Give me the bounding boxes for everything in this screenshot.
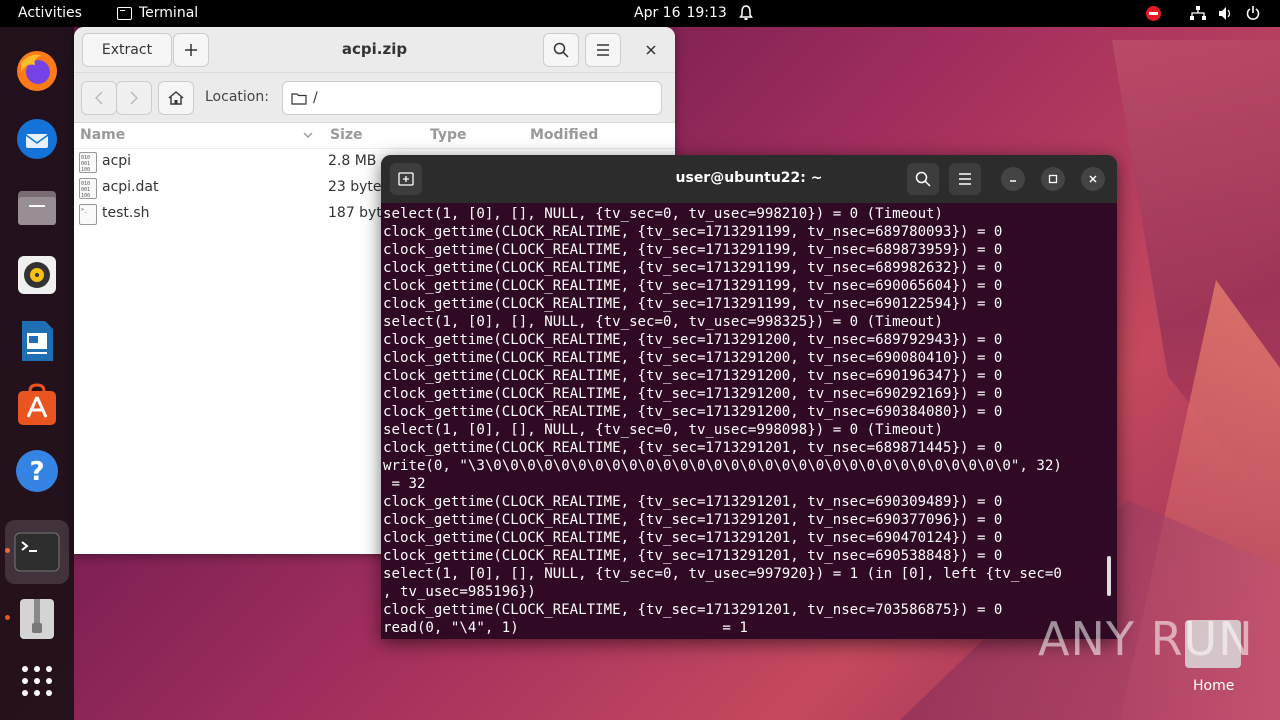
menu-button[interactable] — [585, 33, 621, 67]
location-value: / — [313, 90, 318, 106]
file-name: test.sh — [102, 205, 150, 221]
chevron-left-icon — [95, 91, 103, 105]
close-icon[interactable] — [645, 44, 657, 56]
binary-file-icon: 010 001 100 — [79, 178, 97, 199]
script-file-icon: >_ — [79, 204, 97, 225]
terminal-line: clock_gettime(CLOCK_REALTIME, {tv_sec=17… — [383, 332, 1003, 348]
column-size[interactable]: Size — [330, 127, 363, 143]
terminal-output[interactable]: select(1, [0], [], NULL, {tv_sec=0, tv_u… — [383, 205, 1105, 637]
maximize-icon — [1048, 174, 1058, 184]
home-desktop-label[interactable]: Home — [1193, 678, 1234, 694]
clock-time: 19:13 — [686, 5, 727, 21]
terminal-line: select(1, [0], [], NULL, {tv_sec=0, tv_u… — [383, 314, 944, 330]
app-center-icon[interactable] — [13, 381, 61, 429]
terminal-line: , tv_usec=985196}) — [383, 584, 536, 600]
file-size: 2.8 MB — [328, 153, 377, 169]
top-bar: Activities Terminal Apr 16 19:13 — [0, 0, 1280, 27]
terminal-line: clock_gettime(CLOCK_REALTIME, {tv_sec=17… — [383, 602, 1003, 618]
volume-icon — [1219, 7, 1231, 20]
close-icon — [1089, 175, 1097, 183]
terminal-line: clock_gettime(CLOCK_REALTIME, {tv_sec=17… — [383, 530, 1003, 546]
terminal-line: clock_gettime(CLOCK_REALTIME, {tv_sec=17… — [383, 296, 1003, 312]
app-menu[interactable]: Terminal — [117, 5, 198, 21]
terminal-line: select(1, [0], [], NULL, {tv_sec=0, tv_u… — [383, 566, 1062, 582]
firefox-icon[interactable] — [13, 47, 61, 95]
terminal-line: select(1, [0], [], NULL, {tv_sec=0, tv_u… — [383, 422, 944, 438]
column-modified[interactable]: Modified — [530, 127, 598, 143]
anyrun-watermark: ANY RUN — [1038, 612, 1254, 666]
notification-bell-icon — [739, 5, 753, 20]
app-name: Terminal — [139, 5, 199, 21]
chevron-right-icon — [130, 91, 138, 105]
terminal-line: clock_gettime(CLOCK_REALTIME, {tv_sec=17… — [383, 260, 1003, 276]
file-name: acpi — [102, 153, 132, 169]
column-type[interactable]: Type — [430, 127, 467, 143]
back-button[interactable] — [81, 81, 117, 115]
sort-chevron-down-icon — [303, 132, 313, 138]
running-indicator — [5, 615, 10, 620]
column-headers: Name Size Type Modified — [74, 123, 675, 149]
dock: ? — [0, 27, 74, 720]
terminal-line: clock_gettime(CLOCK_REALTIME, {tv_sec=17… — [383, 548, 1003, 564]
terminal-line: clock_gettime(CLOCK_REALTIME, {tv_sec=17… — [383, 278, 1003, 294]
minimize-icon — [1010, 180, 1016, 182]
terminal-header-bar: user@ubuntu22: ~ — [381, 155, 1117, 203]
file-size: 23 byte — [328, 179, 382, 195]
svg-text:?: ? — [29, 457, 44, 487]
terminal-line: clock_gettime(CLOCK_REALTIME, {tv_sec=17… — [383, 368, 1003, 384]
file-name: acpi.dat — [102, 179, 159, 195]
rhythmbox-icon[interactable] — [13, 251, 61, 299]
terminal-line: clock_gettime(CLOCK_REALTIME, {tv_sec=17… — [383, 242, 1003, 258]
libreoffice-writer-icon[interactable] — [13, 317, 61, 365]
terminal-line: clock_gettime(CLOCK_REALTIME, {tv_sec=17… — [383, 494, 1003, 510]
power-icon — [1246, 6, 1260, 20]
terminal-line: clock_gettime(CLOCK_REALTIME, {tv_sec=17… — [383, 350, 1003, 366]
maximize-button[interactable] — [1041, 167, 1065, 191]
terminal-line: clock_gettime(CLOCK_REALTIME, {tv_sec=17… — [383, 440, 1003, 456]
location-label: Location: — [205, 89, 269, 105]
file-size: 187 byt — [328, 205, 382, 221]
terminal-line: clock_gettime(CLOCK_REALTIME, {tv_sec=17… — [383, 386, 1003, 402]
terminal-line: write(0, "\3\0\0\0\0\0\0\0\0\0\0\0\0\0\0… — [383, 458, 1062, 474]
binary-file-icon: 010 001 100 — [79, 152, 97, 173]
hamburger-icon — [597, 44, 609, 56]
search-icon — [915, 171, 931, 187]
column-name[interactable]: Name — [80, 127, 125, 143]
terminal-scrollbar[interactable] — [1107, 556, 1111, 596]
network-icon — [1190, 6, 1206, 20]
home-button[interactable] — [158, 81, 194, 115]
hamburger-icon — [959, 173, 971, 185]
archive-manager-icon[interactable] — [13, 595, 61, 643]
folder-icon — [291, 92, 307, 105]
archive-header-bar: Extract acpi.zip — [74, 27, 675, 73]
clock[interactable]: Apr 16 19:13 — [634, 5, 727, 21]
minimize-button[interactable] — [1001, 167, 1025, 191]
terminal-app-icon — [117, 6, 132, 20]
thunderbird-icon[interactable] — [13, 115, 61, 163]
activities-button[interactable]: Activities — [18, 5, 82, 21]
terminal-window: user@ubuntu22: ~ select(1, [0], [], NULL… — [381, 155, 1117, 639]
home-icon — [168, 91, 184, 105]
terminal-search-button[interactable] — [907, 163, 939, 195]
clock-date: Apr 16 — [634, 5, 681, 21]
location-field[interactable]: / — [282, 81, 662, 115]
terminal-menu-button[interactable] — [949, 163, 981, 195]
terminal-line: clock_gettime(CLOCK_REALTIME, {tv_sec=17… — [383, 224, 1003, 240]
help-icon[interactable]: ? — [13, 447, 61, 495]
search-button[interactable] — [543, 33, 579, 67]
show-apps-icon[interactable] — [13, 657, 61, 705]
terminal-line: = 32 — [383, 476, 426, 492]
forward-button[interactable] — [116, 81, 152, 115]
close-button[interactable] — [1081, 167, 1105, 191]
search-icon — [553, 42, 569, 58]
recording-indicator-icon — [1146, 6, 1161, 21]
terminal-line: clock_gettime(CLOCK_REALTIME, {tv_sec=17… — [383, 512, 1003, 528]
files-icon[interactable] — [13, 183, 61, 231]
terminal-line: clock_gettime(CLOCK_REALTIME, {tv_sec=17… — [383, 404, 1003, 420]
terminal-line: read(0, "\4", 1) = 1 — [383, 620, 748, 636]
location-toolbar: Location: / — [74, 73, 675, 123]
terminal-icon[interactable] — [5, 520, 69, 584]
terminal-line: select(1, [0], [], NULL, {tv_sec=0, tv_u… — [383, 206, 944, 222]
